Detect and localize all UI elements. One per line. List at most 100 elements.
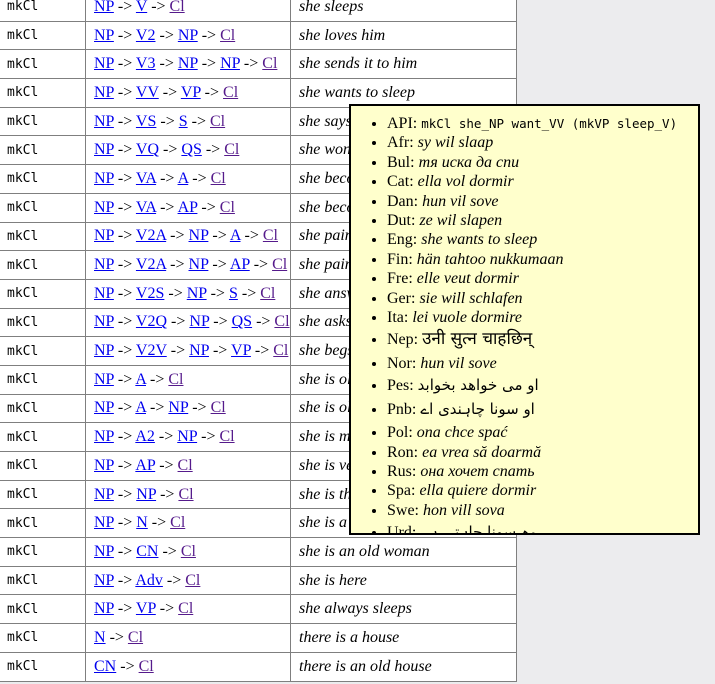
category-link-np[interactable]: NP — [189, 342, 209, 359]
category-link-cl[interactable]: Cl — [178, 457, 193, 474]
category-link-np[interactable]: NP — [94, 256, 114, 273]
category-link-np[interactable]: NP — [94, 600, 114, 617]
category-link-cl[interactable]: Cl — [210, 113, 225, 130]
category-link-cl[interactable]: Cl — [224, 141, 239, 158]
category-link-cl[interactable]: Cl — [168, 371, 183, 388]
category-link-cn[interactable]: CN — [136, 543, 158, 560]
category-link-np[interactable]: NP — [94, 199, 114, 216]
category-link-va[interactable]: VA — [136, 199, 156, 216]
category-link-np[interactable]: NP — [189, 227, 209, 244]
category-link-cl[interactable]: Cl — [274, 313, 289, 330]
category-link-cl[interactable]: Cl — [220, 27, 235, 44]
function-name: mkCl — [0, 509, 86, 538]
translation-text: elle veut dormir — [417, 270, 519, 287]
category-link-np[interactable]: NP — [94, 170, 114, 187]
category-link-vp[interactable]: VP — [136, 600, 156, 617]
category-link-cl[interactable]: Cl — [211, 399, 226, 416]
category-link-qs[interactable]: QS — [232, 313, 252, 330]
category-link-cl[interactable]: Cl — [223, 84, 238, 101]
category-link-s[interactable]: S — [179, 113, 188, 130]
category-link-a[interactable]: A — [135, 371, 146, 388]
category-link-np[interactable]: NP — [94, 486, 114, 503]
category-link-cl[interactable]: Cl — [219, 428, 234, 445]
category-link-a[interactable]: A — [178, 170, 189, 187]
category-link-vq[interactable]: VQ — [136, 141, 159, 158]
category-link-qs[interactable]: QS — [181, 141, 201, 158]
category-link-cl[interactable]: Cl — [170, 514, 185, 531]
category-link-ap[interactable]: AP — [178, 199, 198, 216]
category-link-np[interactable]: NP — [189, 313, 209, 330]
category-link-np[interactable]: NP — [94, 84, 114, 101]
category-link-v[interactable]: V — [136, 0, 147, 15]
category-link-np[interactable]: NP — [94, 313, 114, 330]
category-link-np[interactable]: NP — [94, 55, 114, 72]
category-link-np[interactable]: NP — [94, 113, 114, 130]
category-link-cl[interactable]: Cl — [263, 227, 278, 244]
category-link-np[interactable]: NP — [177, 428, 197, 445]
category-link-np[interactable]: NP — [178, 27, 198, 44]
category-link-a[interactable]: A — [135, 399, 146, 416]
category-link-v2q[interactable]: V2Q — [136, 313, 167, 330]
rule-signature: NP -> A -> NP -> Cl — [86, 394, 291, 423]
category-link-np[interactable]: NP — [94, 342, 114, 359]
rule-signature: NP -> VQ -> QS -> Cl — [86, 136, 291, 165]
category-link-v3[interactable]: V3 — [136, 55, 156, 72]
category-link-cn[interactable]: CN — [94, 658, 116, 675]
category-link-cl[interactable]: Cl — [185, 572, 200, 589]
category-link-cl[interactable]: Cl — [178, 600, 193, 617]
category-link-ap[interactable]: AP — [135, 457, 155, 474]
category-link-v2[interactable]: V2 — [136, 27, 156, 44]
category-link-ap[interactable]: AP — [230, 256, 250, 273]
category-link-np[interactable]: NP — [136, 486, 156, 503]
category-link-cl[interactable]: Cl — [273, 342, 288, 359]
category-link-v2v[interactable]: V2V — [136, 342, 167, 359]
category-link-cl[interactable]: Cl — [139, 658, 154, 675]
category-link-np[interactable]: NP — [94, 543, 114, 560]
category-link-cl[interactable]: Cl — [272, 256, 287, 273]
category-link-v2s[interactable]: V2S — [136, 285, 164, 302]
function-name: mkCl — [0, 21, 86, 50]
category-link-np[interactable]: NP — [94, 399, 114, 416]
category-link-np[interactable]: NP — [220, 55, 240, 72]
category-link-np[interactable]: NP — [178, 55, 198, 72]
category-link-a2[interactable]: A2 — [135, 428, 155, 445]
category-link-adv[interactable]: Adv — [135, 572, 163, 589]
category-link-np[interactable]: NP — [94, 457, 114, 474]
category-link-np[interactable]: NP — [168, 399, 188, 416]
category-link-vp[interactable]: VP — [181, 84, 201, 101]
category-link-n[interactable]: N — [136, 514, 148, 531]
category-link-a[interactable]: A — [230, 227, 241, 244]
category-link-n[interactable]: N — [94, 629, 106, 646]
category-link-vv[interactable]: VV — [136, 84, 159, 101]
category-link-cl[interactable]: Cl — [211, 170, 226, 187]
translation-pol: Pol: ona chce spać — [387, 423, 698, 442]
category-link-cl[interactable]: Cl — [178, 486, 193, 503]
category-link-vs[interactable]: VS — [136, 113, 156, 130]
category-link-np[interactable]: NP — [94, 428, 114, 445]
category-link-np[interactable]: NP — [94, 141, 114, 158]
category-link-cl[interactable]: Cl — [181, 543, 196, 560]
category-link-np[interactable]: NP — [187, 285, 207, 302]
function-name: mkCl — [0, 566, 86, 595]
category-link-np[interactable]: NP — [94, 227, 114, 244]
category-link-np[interactable]: NP — [94, 371, 114, 388]
category-link-cl[interactable]: Cl — [128, 629, 143, 646]
category-link-v2a[interactable]: V2A — [136, 256, 166, 273]
category-link-np[interactable]: NP — [94, 285, 114, 302]
translation-text: она хочет спать — [420, 463, 534, 480]
category-link-va[interactable]: VA — [136, 170, 156, 187]
category-link-vp[interactable]: VP — [231, 342, 251, 359]
category-link-np[interactable]: NP — [94, 514, 114, 531]
rule-signature: NP -> VA -> A -> Cl — [86, 165, 291, 194]
category-link-v2a[interactable]: V2A — [136, 227, 166, 244]
category-link-cl[interactable]: Cl — [170, 0, 185, 15]
category-link-np[interactable]: NP — [94, 27, 114, 44]
category-link-cl[interactable]: Cl — [262, 55, 277, 72]
category-link-cl[interactable]: Cl — [220, 199, 235, 216]
category-link-np[interactable]: NP — [189, 256, 209, 273]
category-link-s[interactable]: S — [229, 285, 238, 302]
rule-signature: N -> Cl — [86, 624, 291, 653]
category-link-cl[interactable]: Cl — [260, 285, 275, 302]
category-link-np[interactable]: NP — [94, 0, 114, 15]
category-link-np[interactable]: NP — [94, 572, 114, 589]
